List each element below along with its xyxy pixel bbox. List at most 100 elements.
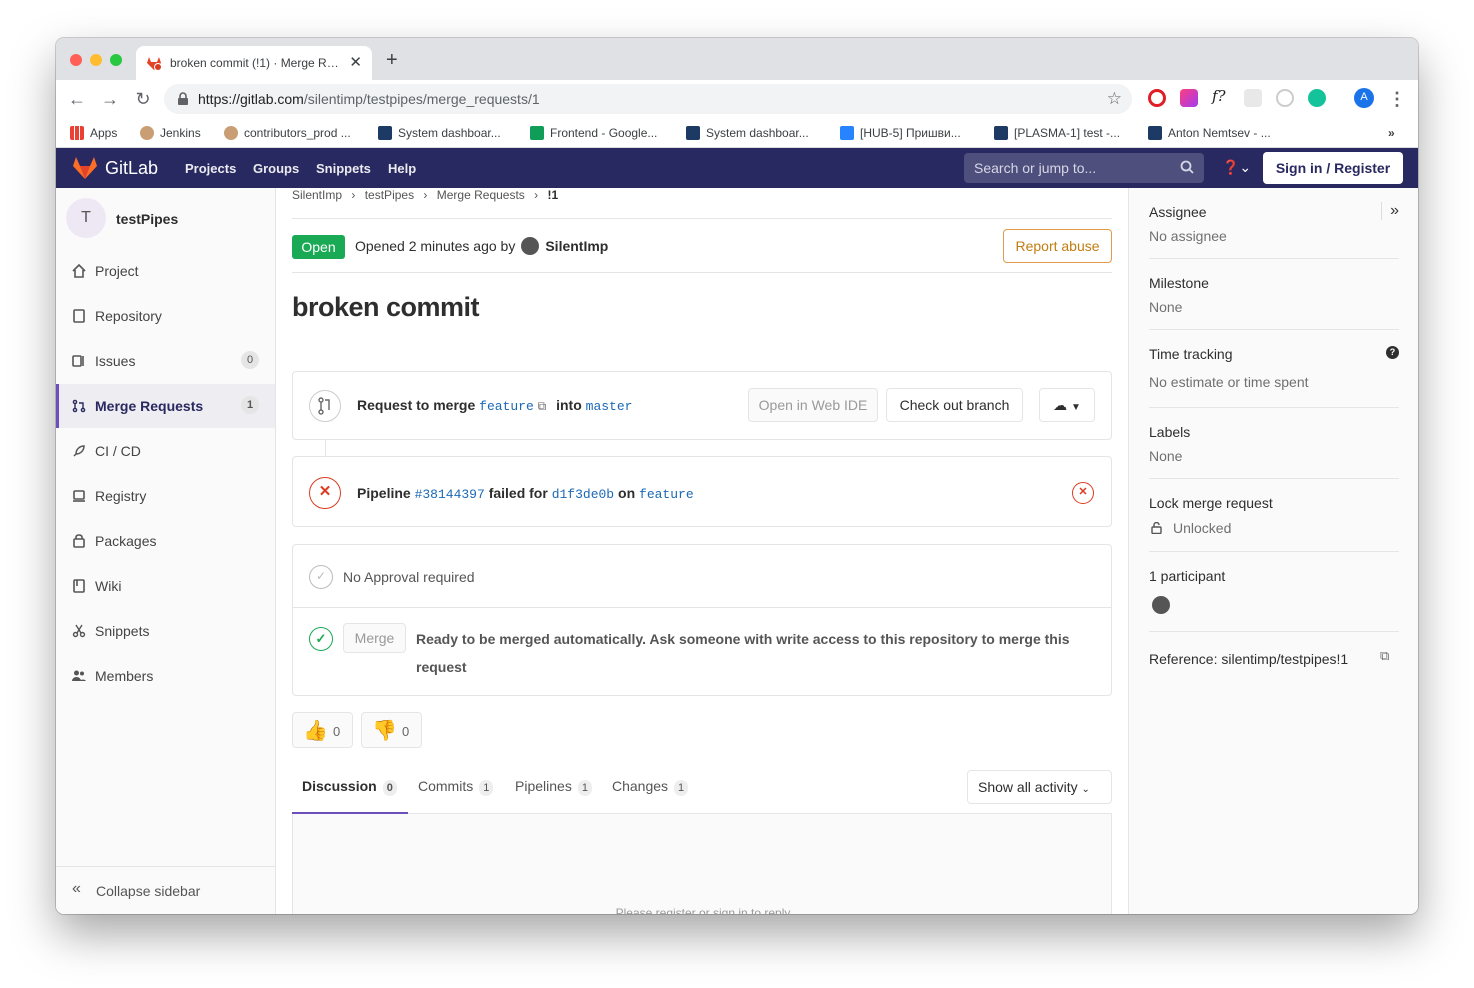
thumbs-down-award[interactable]: 👎 0 xyxy=(361,712,422,748)
home-icon xyxy=(72,264,86,278)
sidebar-item-wiki[interactable]: Wiki xyxy=(56,564,275,608)
close-window-button[interactable] xyxy=(70,54,82,66)
target-branch[interactable]: master xyxy=(586,399,633,414)
browser-window: broken commit (!1) · Merge Requests · Si… xyxy=(56,38,1418,914)
project-name: testPipes xyxy=(116,211,179,227)
author-avatar[interactable] xyxy=(521,237,540,255)
registry-icon xyxy=(73,490,85,502)
thumbs-down-icon: 👎 xyxy=(372,720,397,742)
nav-help[interactable]: Help xyxy=(388,161,416,176)
gitlab-logo-icon[interactable] xyxy=(72,156,98,180)
participant-avatar[interactable] xyxy=(1152,596,1170,614)
bookmark-anton[interactable]: Anton Nemtsev - ... xyxy=(1148,126,1271,140)
issues-icon xyxy=(72,355,84,367)
commit-sha-link[interactable]: d1f3de0b xyxy=(552,487,614,502)
sidebar-item-repository[interactable]: Repository xyxy=(56,294,275,338)
back-arrow-icon[interactable]: ← xyxy=(66,88,88,110)
source-branch[interactable]: feature xyxy=(479,399,534,414)
nav-groups[interactable]: Groups xyxy=(253,161,299,176)
open-in-web-ide-button[interactable]: Open in Web IDE xyxy=(748,388,878,422)
sign-in-register-button[interactable]: Sign in / Register xyxy=(1263,152,1403,184)
bookmark-plasma[interactable]: [PLASMA-1] test -... xyxy=(994,126,1120,140)
sidebar-item-registry[interactable]: Registry xyxy=(56,474,275,518)
url-field[interactable]: https://gitlab.com/silentimp/testpipes/m… xyxy=(164,84,1132,114)
browser-tab-active[interactable]: broken commit (!1) · Merge Requests · Si… xyxy=(136,46,372,80)
merge-requests-count: 1 xyxy=(241,396,259,414)
question-icon[interactable]: ? xyxy=(1386,346,1399,359)
merge-button[interactable]: Merge xyxy=(343,623,406,653)
sidebar-item-members[interactable]: Members xyxy=(56,654,275,698)
tab-pipelines[interactable]: Pipelines 1 xyxy=(515,778,592,796)
opened-text: Opened 2 minutes ago by xyxy=(355,238,516,254)
grammarly-extension-icon[interactable] xyxy=(1308,89,1326,107)
report-abuse-button[interactable]: Report abuse xyxy=(1003,229,1112,263)
tab-discussion[interactable]: Discussion 0 xyxy=(302,778,397,796)
author-name[interactable]: SilentImp xyxy=(545,238,608,254)
sidebar-item-snippets[interactable]: Snippets xyxy=(56,609,275,653)
check-out-branch-button[interactable]: Check out branch xyxy=(886,388,1023,422)
nav-snippets[interactable]: Snippets xyxy=(316,161,371,176)
bookmarks-overflow-icon[interactable]: » xyxy=(1388,126,1395,140)
bookmark-frontend[interactable]: Frontend - Google... xyxy=(530,126,657,140)
breadcrumb-user[interactable]: SilentImp xyxy=(292,188,342,202)
pipeline-branch-link[interactable]: feature xyxy=(639,487,694,502)
zoom-window-button[interactable] xyxy=(110,54,122,66)
bookmark-system-dashboard-2[interactable]: System dashboar... xyxy=(686,126,809,140)
main-content: SilentImp › testPipes › Merge Requests ›… xyxy=(276,188,1128,914)
bookmark-apps[interactable]: Apps xyxy=(70,126,117,140)
collapse-sidebar-button[interactable]: « Collapse sidebar xyxy=(56,866,275,914)
expand-sidebar-icon[interactable]: » xyxy=(1381,202,1399,220)
book-icon xyxy=(73,579,85,593)
gradient-extension-icon[interactable] xyxy=(1180,89,1198,107)
grey-extension-icon[interactable] xyxy=(1244,89,1262,107)
new-tab-button[interactable]: + xyxy=(386,50,398,70)
font-extension-icon[interactable]: f? xyxy=(1212,87,1234,105)
minimize-window-button[interactable] xyxy=(90,54,102,66)
pipeline-text: Pipeline #38144397 failed for d1f3de0b o… xyxy=(357,485,694,502)
bookmark-jenkins[interactable]: Jenkins xyxy=(140,126,201,140)
show-all-activity-dropdown[interactable]: Show all activity ⌄ xyxy=(967,770,1112,804)
labels-heading: Labels xyxy=(1149,424,1191,440)
download-dropdown-button[interactable]: ☁ ▼ xyxy=(1039,388,1095,422)
tab-commits[interactable]: Commits 1 xyxy=(418,778,494,796)
circle-extension-icon[interactable] xyxy=(1276,89,1294,107)
close-tab-icon[interactable]: ✕ xyxy=(349,53,362,71)
pipeline-failed-icon[interactable]: ✕ xyxy=(309,477,341,509)
sidebar-item-project[interactable]: Project xyxy=(56,249,275,293)
profile-avatar[interactable]: A xyxy=(1354,88,1374,108)
sidebar-item-issues[interactable]: Issues 0 xyxy=(56,339,275,383)
status-badge: Open xyxy=(292,235,345,259)
nav-projects[interactable]: Projects xyxy=(185,161,236,176)
sidebar-item-ci-cd[interactable]: CI / CD xyxy=(56,429,275,473)
page-title: broken commit xyxy=(292,292,480,322)
bookmark-star-icon[interactable]: ☆ xyxy=(1107,89,1122,109)
breadcrumb-merge-requests[interactable]: Merge Requests xyxy=(437,188,525,202)
copy-branch-icon[interactable]: ⧉ xyxy=(538,399,547,413)
help-dropdown-icon[interactable]: ❓⌄ xyxy=(1222,159,1251,176)
sheets-icon xyxy=(530,126,544,140)
tab-changes[interactable]: Changes 1 xyxy=(612,778,689,796)
copy-reference-icon[interactable]: ⧉ xyxy=(1380,648,1389,664)
search-icon xyxy=(1180,160,1194,174)
search-input[interactable]: Search or jump to... xyxy=(964,153,1204,183)
participants-heading: 1 participant xyxy=(1149,568,1226,584)
bookmark-system-dashboard-1[interactable]: System dashboar... xyxy=(378,126,501,140)
chevron-down-icon: ⌄ xyxy=(1081,784,1090,795)
apps-grid-icon xyxy=(70,126,84,140)
pipeline-id-link[interactable]: #38144397 xyxy=(415,487,485,502)
browser-menu-icon[interactable]: ⋮ xyxy=(1386,88,1408,110)
opera-extension-icon[interactable] xyxy=(1148,89,1166,107)
breadcrumb-project[interactable]: testPipes xyxy=(365,188,414,202)
bookmark-hub[interactable]: [HUB-5] Пришви... xyxy=(840,126,961,140)
reload-icon[interactable]: ↻ xyxy=(132,88,154,110)
approval-text: No Approval required xyxy=(343,569,475,585)
breadcrumb-current[interactable]: !1 xyxy=(548,188,559,202)
bookmark-contributors[interactable]: contributors_prod ... xyxy=(224,126,351,140)
sidebar-item-packages[interactable]: Packages xyxy=(56,519,275,563)
project-header[interactable]: T testPipes xyxy=(66,198,266,240)
sidebar-item-merge-requests[interactable]: Merge Requests 1 xyxy=(56,384,275,428)
gitlab-brand[interactable]: GitLab xyxy=(105,158,158,179)
forward-arrow-icon[interactable]: → xyxy=(99,88,121,110)
thumbs-up-award[interactable]: 👍 0 xyxy=(292,712,353,748)
pipeline-status-icon[interactable]: ✕ xyxy=(1072,482,1094,504)
